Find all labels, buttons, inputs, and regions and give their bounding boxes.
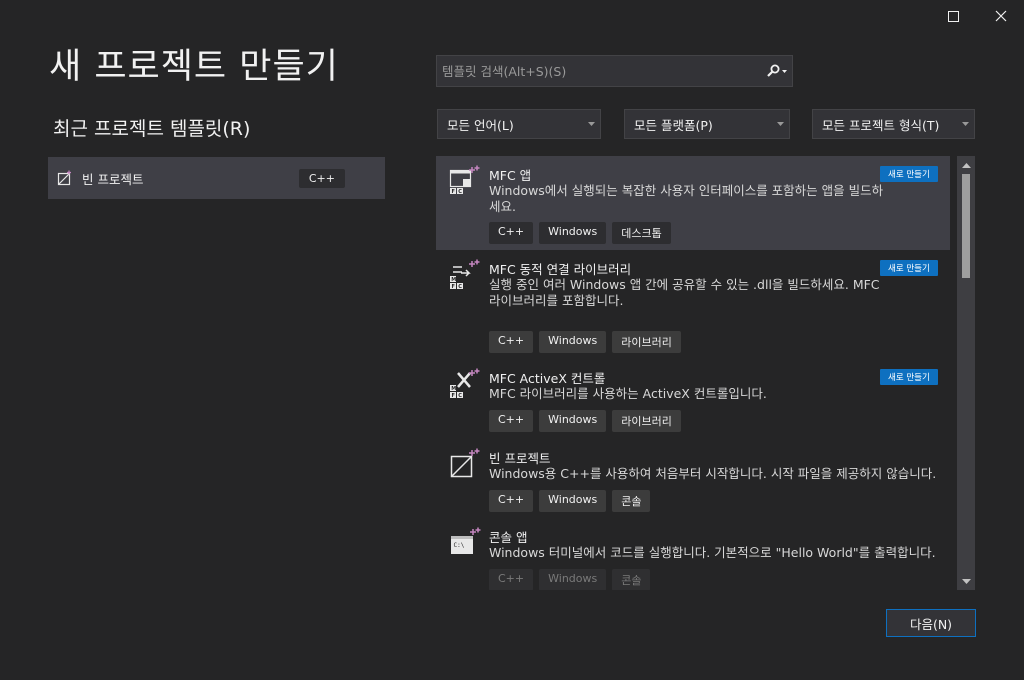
template-description: Windows에서 실행되는 복잡한 사용자 인터페이스를 포함하는 앱을 빌드… [489, 183, 884, 214]
template-description: 실행 중인 여러 Windows 앱 간에 공유할 수 있는 .dll을 빌드하… [489, 277, 880, 308]
new-badge: 새로 만들기 [880, 166, 938, 182]
project-type-filter-value: 모든 프로젝트 형식(T) [822, 117, 940, 133]
recent-template-label: 빈 프로젝트 [82, 171, 144, 187]
recent-template-tag: C++ [298, 168, 345, 188]
template-item-mfc-app[interactable]: F C MFC 앱 Windows에서 실행되는 복잡한 사용자 인터페이스를 … [436, 156, 950, 250]
tag: 데스크톱 [612, 222, 671, 244]
svg-text:M: M [451, 277, 456, 283]
project-type-filter-dropdown[interactable]: 모든 프로젝트 형식(T) [812, 109, 975, 139]
chevron-down-icon [956, 122, 974, 126]
mfc-app-icon: F C [449, 165, 480, 195]
template-tags: C++ Windows 라이브러리 [489, 331, 681, 353]
template-search-box[interactable] [436, 55, 793, 87]
tag: 콘솔 [612, 490, 651, 512]
svg-text:F: F [452, 393, 455, 399]
platform-filter-value: 모든 플랫폼(P) [634, 117, 713, 133]
search-button[interactable] [762, 56, 792, 86]
mfc-dll-icon: M F C [450, 259, 480, 290]
tag: C++ [489, 222, 534, 244]
template-tags: C++ Windows 데스크톱 [489, 222, 671, 244]
scrollbar-thumb[interactable] [962, 174, 970, 278]
template-list: F C MFC 앱 Windows에서 실행되는 복잡한 사용자 인터페이스를 … [436, 156, 951, 590]
tag: C++ [489, 331, 534, 353]
tag: Windows [539, 410, 607, 432]
mfc-activex-icon: M F C [450, 368, 480, 399]
template-description: Windows 터미널에서 코드를 실행합니다. 기본적으로 "Hello Wo… [489, 545, 936, 560]
tag: Windows [539, 490, 607, 512]
tag: Windows [539, 222, 607, 244]
chevron-down-icon [582, 122, 600, 126]
tag: 라이브러리 [612, 331, 681, 353]
svg-text:C: C [458, 393, 462, 399]
svg-text:M: M [451, 386, 456, 392]
template-name: MFC ActiveX 컨트롤 [489, 371, 606, 386]
svg-text:F: F [452, 284, 455, 290]
close-icon [995, 10, 1007, 22]
tag: Windows [539, 569, 607, 590]
svg-text:F: F [452, 189, 455, 195]
language-filter-value: 모든 언어(L) [447, 117, 514, 133]
tag: C++ [489, 569, 534, 590]
tag: C++ [489, 410, 534, 432]
maximize-icon [947, 10, 959, 22]
svg-text:C: C [458, 189, 462, 195]
maximize-button[interactable] [937, 4, 969, 28]
search-icon [767, 64, 787, 77]
tag: Windows [539, 331, 607, 353]
chevron-down-icon [771, 122, 789, 126]
close-button[interactable] [985, 4, 1017, 28]
empty-project-icon [450, 448, 480, 478]
page-title: 새 프로젝트 만들기 [49, 47, 339, 87]
chevron-down-icon [961, 578, 971, 584]
chevron-up-icon [961, 162, 971, 168]
new-badge: 새로 만들기 [880, 369, 938, 385]
template-tags: C++ Windows 콘솔 [489, 569, 651, 590]
template-item-console-app[interactable]: C:\ 콘솔 앱 Windows 터미널에서 코드를 실행합니다. 기본적으로 … [436, 518, 950, 590]
language-filter-dropdown[interactable]: 모든 언어(L) [437, 109, 601, 139]
recent-template-item[interactable]: 빈 프로젝트 C++ [48, 157, 385, 199]
template-description: Windows용 C++를 사용하여 처음부터 시작합니다. 시작 파일을 제공… [489, 466, 937, 481]
template-item-mfc-activex[interactable]: M F C MFC ActiveX 컨트롤 MFC 라이브러리를 사용하는 Ac… [436, 359, 950, 439]
empty-project-icon [57, 170, 71, 186]
template-name: 콘솔 앱 [489, 530, 528, 545]
next-button[interactable]: 다음(N) [886, 609, 976, 637]
tag: 라이브러리 [612, 410, 681, 432]
template-tags: C++ Windows 라이브러리 [489, 410, 681, 432]
scroll-down-button[interactable] [957, 574, 975, 588]
tag: C++ [489, 490, 534, 512]
template-name: 빈 프로젝트 [489, 451, 551, 466]
console-prompt-text: C:\ [454, 542, 465, 549]
template-description: MFC 라이브러리를 사용하는 ActiveX 컨트롤입니다. [489, 386, 767, 401]
platform-filter-dropdown[interactable]: 모든 플랫폼(P) [624, 109, 790, 139]
template-item-empty-project[interactable]: 빈 프로젝트 Windows용 C++를 사용하여 처음부터 시작합니다. 시작… [436, 439, 950, 518]
new-badge: 새로 만들기 [880, 260, 938, 276]
scroll-up-button[interactable] [957, 158, 975, 172]
template-list-scrollbar[interactable] [957, 156, 975, 590]
template-tags: C++ Windows 콘솔 [489, 490, 651, 512]
template-search-input[interactable] [437, 56, 762, 86]
template-item-mfc-dll[interactable]: M F C MFC 동적 연결 라이브러리 실행 중인 여러 Windows 앱… [436, 250, 950, 359]
console-app-icon: C:\ [451, 527, 481, 554]
recent-templates-heading: 최근 프로젝트 템플릿(R) [53, 118, 251, 140]
template-name: MFC 앱 [489, 168, 532, 183]
svg-text:C: C [458, 284, 462, 290]
tag: 콘솔 [612, 569, 651, 590]
template-name: MFC 동적 연결 라이브러리 [489, 262, 632, 277]
